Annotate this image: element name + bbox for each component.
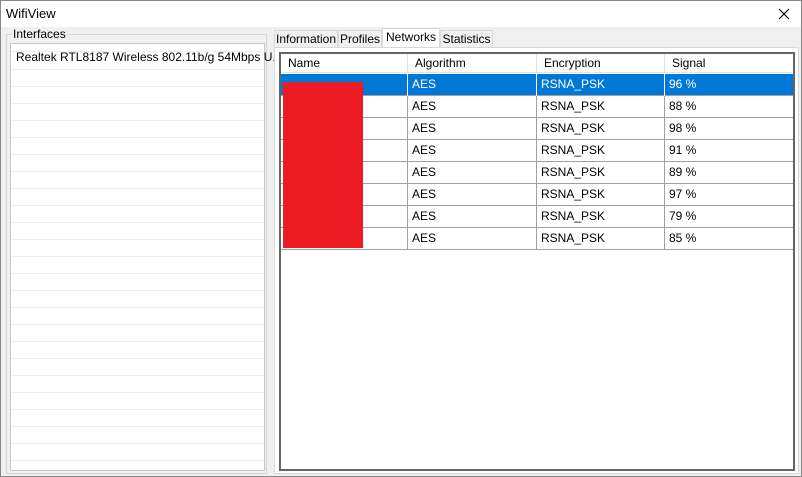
cell-algorithm: AES xyxy=(408,118,537,140)
column-header-name[interactable]: Name xyxy=(281,54,408,73)
cell-algorithm: AES xyxy=(408,96,537,118)
tab-networks[interactable]: Networks xyxy=(382,28,440,49)
networks-grid[interactable]: Name Algorithm Encryption Signal AES RSN… xyxy=(279,52,795,471)
tab-statistics[interactable]: Statistics xyxy=(440,30,493,48)
cell-signal: 88 % xyxy=(669,99,697,113)
cell-encryption: RSNA_PSK xyxy=(537,206,665,228)
cell-algorithm: AES xyxy=(408,140,537,162)
cell-signal: 79 % xyxy=(669,209,697,223)
close-button[interactable] xyxy=(767,1,801,27)
cell-encryption: RSNA_PSK xyxy=(537,162,665,184)
cell-signal: 89 % xyxy=(669,165,697,179)
app-window: WifiView Interfaces Realtek RTL8187 Wire… xyxy=(0,0,802,477)
networks-panel: Name Algorithm Encryption Signal AES RSN… xyxy=(274,47,799,474)
cell-signal: 96 % xyxy=(669,77,697,91)
tab-profiles[interactable]: Profiles xyxy=(338,30,382,48)
cell-encryption: RSNA_PSK xyxy=(537,184,665,206)
tab-information[interactable]: Information xyxy=(274,30,338,48)
cell-encryption: RSNA_PSK xyxy=(537,74,665,96)
cell-algorithm: AES xyxy=(408,74,537,96)
cell-encryption: RSNA_PSK xyxy=(537,228,665,250)
cell-signal: 98 % xyxy=(669,121,697,135)
interfaces-group: Interfaces Realtek RTL8187 Wireless 802.… xyxy=(6,27,282,474)
cell-signal: 91 % xyxy=(669,143,697,157)
redaction-box xyxy=(283,82,363,248)
cell-encryption: RSNA_PSK xyxy=(537,118,665,140)
cell-algorithm: AES xyxy=(408,228,537,250)
column-header-encryption[interactable]: Encryption xyxy=(537,54,665,73)
cell-algorithm: AES xyxy=(408,184,537,206)
title-bar: WifiView xyxy=(1,1,801,27)
cell-encryption: RSNA_PSK xyxy=(537,96,665,118)
cell-encryption: RSNA_PSK xyxy=(537,140,665,162)
close-icon xyxy=(778,8,790,20)
cell-signal: 85 % xyxy=(669,231,697,245)
interfaces-group-title: Interfaces xyxy=(12,27,67,41)
interface-item[interactable]: Realtek RTL8187 Wireless 802.11b/g 54Mbp… xyxy=(16,50,282,64)
window-title: WifiView xyxy=(6,6,56,21)
cell-algorithm: AES xyxy=(408,206,537,228)
cell-algorithm: AES xyxy=(408,162,537,184)
interfaces-list[interactable]: Realtek RTL8187 Wireless 802.11b/g 54Mbp… xyxy=(10,43,282,471)
grid-header: Name Algorithm Encryption Signal xyxy=(281,54,793,73)
column-header-algorithm[interactable]: Algorithm xyxy=(408,54,537,73)
cell-signal: 97 % xyxy=(669,187,697,201)
column-header-signal[interactable]: Signal xyxy=(665,54,793,73)
